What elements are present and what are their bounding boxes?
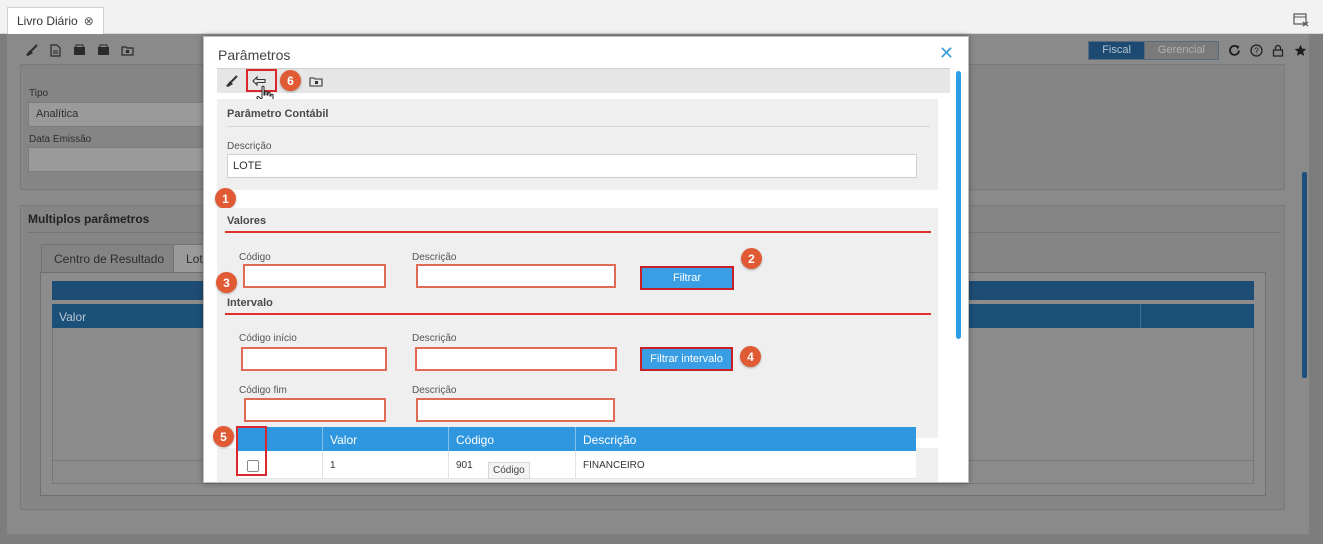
multi-params-title: Multiplos parâmetros (28, 212, 150, 226)
data-emissao-input[interactable] (28, 147, 208, 172)
background-right-tools: Fiscal Gerencial ? (1088, 39, 1307, 61)
annotation-badge-1: 1 (215, 188, 236, 209)
col-codigo[interactable]: Código (456, 433, 494, 447)
descricao-input[interactable]: LOTE (227, 154, 917, 178)
tab-centro-resultado[interactable]: Centro de Resultado (41, 244, 178, 272)
folder-icon[interactable] (120, 43, 134, 57)
annotation-badge-4: 4 (740, 346, 761, 367)
table-row[interactable]: 1 901 FINANCEIRO (238, 451, 916, 479)
codigo-inicio-label: Código início (239, 333, 297, 344)
data-emissao-label: Data Emissão (29, 134, 92, 145)
codigo-label: Código (239, 252, 271, 263)
annotation-badge-2: 2 (741, 248, 762, 269)
annotation-underline (225, 313, 931, 315)
codigo-fim-label: Código fim (239, 385, 287, 396)
intervalo-descricao-label-2: Descrição (412, 385, 457, 396)
app-tab-bar: Livro Diário ⊗ (0, 0, 1323, 34)
export-icon[interactable] (72, 43, 86, 57)
filtrar-button[interactable]: Filtrar (640, 266, 734, 290)
tipo-label: Tipo (29, 88, 49, 99)
codigo-input[interactable] (243, 264, 386, 288)
folder-icon[interactable] (308, 73, 324, 89)
mode-gerencial-button[interactable]: Gerencial (1143, 41, 1218, 59)
divider (575, 451, 576, 479)
checkbox-column-highlight (236, 426, 267, 476)
cell-valor: 1 (330, 460, 336, 471)
annotation-badge-5: 5 (213, 426, 234, 447)
col-descricao[interactable]: Descrição (583, 433, 636, 447)
divider (575, 427, 576, 451)
divider (448, 451, 449, 479)
tab-label: Livro Diário (17, 14, 78, 28)
mode-switch: Fiscal Gerencial (1088, 40, 1219, 60)
tab-livro-diario[interactable]: Livro Diário ⊗ (7, 7, 104, 34)
filtrar-intervalo-button[interactable]: Filtrar intervalo (640, 347, 733, 371)
mode-fiscal-button[interactable]: Fiscal (1089, 41, 1144, 59)
close-icon[interactable]: ⊗ (84, 14, 94, 28)
tab-lote[interactable]: Lote (173, 244, 205, 272)
intervalo-descricao-label-1: Descrição (412, 333, 457, 344)
star-icon[interactable] (1293, 43, 1307, 57)
refresh-icon[interactable] (1227, 43, 1241, 57)
valores-descricao-input[interactable] (416, 264, 616, 288)
divider (227, 126, 930, 127)
modal-title: Parâmetros (218, 47, 291, 63)
cell-codigo: 901 (456, 460, 473, 471)
lock-icon[interactable] (1271, 43, 1285, 57)
grid-col-valor: Valor (59, 310, 87, 324)
annotation-underline (225, 231, 931, 233)
window-icon[interactable] (1291, 11, 1311, 29)
parametros-modal: Parâmetros ✕ 6 Parâmetro Contábil Descri… (203, 36, 969, 483)
intervalo-descricao-input-2[interactable] (416, 398, 615, 422)
parametro-section-title: Parâmetro Contábil (227, 108, 329, 120)
broom-icon[interactable] (223, 73, 239, 89)
annotation-badge-6: 6 (280, 70, 301, 91)
close-icon[interactable]: ✕ (939, 43, 954, 64)
document-icon[interactable] (48, 43, 62, 57)
divider (1140, 304, 1141, 328)
modal-toolbar (217, 68, 950, 93)
codigo-inicio-input[interactable] (241, 347, 387, 371)
tooltip: Código (488, 462, 530, 479)
codigo-fim-input[interactable] (244, 398, 386, 422)
results-table-header: Valor Código Descrição (238, 427, 916, 451)
svg-text:?: ? (1254, 46, 1259, 55)
divider (448, 427, 449, 451)
valores-title: Valores (227, 215, 267, 227)
descricao-label: Descrição (227, 141, 272, 152)
divider (322, 451, 323, 479)
broom-icon[interactable] (24, 43, 38, 57)
tipo-select[interactable]: Analítica (28, 102, 208, 127)
valores-descricao-label: Descrição (412, 252, 457, 263)
intervalo-title: Intervalo (227, 297, 273, 309)
help-icon[interactable]: ? (1249, 43, 1263, 57)
annotation-badge-3: 3 (216, 272, 237, 293)
pdf-icon[interactable] (96, 43, 110, 57)
intervalo-descricao-input-1[interactable] (415, 347, 617, 371)
divider (322, 427, 323, 451)
modal-scrollbar[interactable] (956, 71, 961, 339)
cell-descricao: FINANCEIRO (583, 460, 645, 471)
col-valor[interactable]: Valor (330, 433, 357, 447)
background-scrollbar[interactable] (1302, 172, 1307, 378)
